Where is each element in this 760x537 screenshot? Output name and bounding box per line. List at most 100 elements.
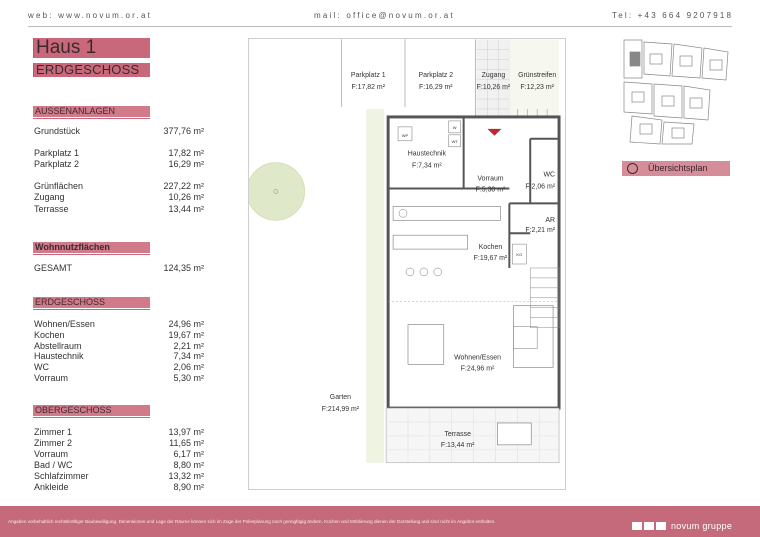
item-value: 2,21 m² bbox=[173, 341, 204, 351]
kochen-name: Kochen bbox=[479, 244, 503, 251]
map-house bbox=[689, 97, 703, 109]
map-house bbox=[631, 91, 645, 103]
map-plot bbox=[661, 121, 695, 145]
map-house bbox=[639, 123, 653, 135]
parkplatz2-name: Parkplatz 2 bbox=[418, 72, 453, 79]
item-value: 7,34 m² bbox=[173, 351, 204, 361]
overview-plan-label: Übersichtsplan bbox=[648, 163, 708, 173]
item-value: 16,29 m² bbox=[168, 159, 204, 169]
floor-plan: WP W WT KG Parkplatz 1 F:17,82 m² Parkpl… bbox=[248, 38, 566, 490]
item-label: Ankleide bbox=[34, 482, 69, 492]
map-house-highlight bbox=[629, 51, 641, 67]
wt-label: WT bbox=[452, 139, 459, 144]
wp-label: WP bbox=[402, 133, 409, 138]
haustechnik-name: Haustechnik bbox=[408, 151, 447, 158]
item-value: 2,06 m² bbox=[173, 362, 204, 372]
item-label: Parkplatz 1 bbox=[34, 148, 80, 158]
garten-name: Garten bbox=[330, 394, 351, 401]
terrasse-area: F:13,44 m² bbox=[441, 442, 475, 449]
page-subtitle: ERDGESCHOSS bbox=[33, 63, 150, 77]
terrasse-name: Terrasse bbox=[444, 431, 471, 438]
map-plot bbox=[643, 41, 673, 77]
terrace-table bbox=[497, 422, 532, 446]
item-value: 13,32 m² bbox=[168, 471, 204, 481]
section-divider bbox=[33, 417, 150, 418]
logo-square bbox=[656, 521, 666, 530]
brand-name: novum gruppe bbox=[671, 520, 733, 531]
item-value: 377,76 m² bbox=[163, 126, 204, 136]
item-label: Terrasse bbox=[34, 204, 69, 214]
vorraum-name: Vorraum bbox=[477, 176, 503, 183]
header-tel: Tel: +43 664 9207918 bbox=[612, 11, 734, 20]
item-label: Vorraum bbox=[34, 449, 69, 459]
footer-disclaimer: Angaben vorbehaltlich rechtskräftiger Ba… bbox=[8, 519, 496, 524]
overview-plan-button[interactable]: Übersichtsplan bbox=[622, 161, 730, 176]
section-divider bbox=[33, 309, 150, 310]
map-plot bbox=[629, 115, 663, 145]
parkplatz1-area: F:17,82 m² bbox=[351, 84, 385, 91]
item-label: GESAMT bbox=[34, 263, 73, 273]
item-label: Parkplatz 2 bbox=[34, 159, 80, 169]
brand-logo: novum gruppe bbox=[632, 517, 732, 531]
item-value: 13,44 m² bbox=[168, 204, 204, 214]
page-title: Haus 1 bbox=[33, 38, 150, 58]
header-mail: mail: office@novum.or.at bbox=[314, 11, 455, 20]
map-plot bbox=[701, 47, 729, 81]
item-label: Grünflächen bbox=[34, 181, 84, 191]
item-value: 10,26 m² bbox=[168, 192, 204, 202]
map-house bbox=[671, 127, 685, 139]
item-label: Haustechnik bbox=[34, 351, 84, 361]
footer-bar: Angaben vorbehaltlich rechtskräftiger Ba… bbox=[0, 506, 760, 537]
section-erdgeschoss-heading: ERDGESCHOSS bbox=[33, 297, 150, 308]
map-plot bbox=[671, 43, 703, 79]
header-web: web: www.novum.or.at bbox=[28, 11, 153, 20]
zugang-name: Zugang bbox=[482, 72, 506, 79]
item-value: 13,97 m² bbox=[168, 427, 204, 437]
item-value: 124,35 m² bbox=[163, 263, 204, 273]
item-label: Bad / WC bbox=[34, 460, 73, 470]
terrasse-area bbox=[385, 407, 560, 464]
overview-map bbox=[623, 39, 729, 145]
item-label: Zimmer 1 bbox=[34, 427, 72, 437]
zugang-area: F:10,26 m² bbox=[477, 84, 511, 91]
map-house bbox=[661, 95, 675, 107]
garden-strip bbox=[366, 108, 385, 463]
item-value: 8,80 m² bbox=[173, 460, 204, 470]
gruenstreifen-area: F:12,23 m² bbox=[520, 84, 554, 91]
wohnen-area: F:24,96 m² bbox=[461, 365, 495, 372]
map-house bbox=[679, 55, 693, 67]
w-label: W bbox=[453, 125, 457, 130]
section-divider bbox=[33, 118, 150, 119]
parkplatz1-name: Parkplatz 1 bbox=[351, 72, 386, 79]
tree-circle bbox=[249, 162, 305, 221]
ar-name: AR bbox=[545, 217, 555, 224]
vorraum-area: F:5,30 m² bbox=[476, 186, 506, 193]
item-value: 227,22 m² bbox=[163, 181, 204, 191]
kg-label: KG bbox=[516, 252, 522, 257]
floor-plan-drawing: WP W WT KG Parkplatz 1 F:17,82 m² Parkpl… bbox=[249, 39, 561, 464]
section-wohnnutzflaechen-heading: Wohnnutzflächen bbox=[33, 242, 150, 253]
item-value: 8,90 m² bbox=[173, 482, 204, 492]
item-label: Zimmer 2 bbox=[34, 438, 72, 448]
item-label: WC bbox=[34, 362, 49, 372]
map-plot bbox=[683, 85, 711, 121]
item-value: 17,82 m² bbox=[168, 148, 204, 158]
item-value: 19,67 m² bbox=[168, 330, 204, 340]
header-divider bbox=[28, 26, 732, 27]
item-label: Wohnen/Essen bbox=[34, 319, 95, 329]
map-house bbox=[709, 59, 723, 71]
kochen-area: F:19,67 m² bbox=[474, 255, 508, 262]
item-value: 6,17 m² bbox=[173, 449, 204, 459]
item-value: 11,65 m² bbox=[169, 438, 204, 448]
wohnen-name: Wohnen/Essen bbox=[454, 354, 501, 361]
map-plot bbox=[623, 81, 653, 115]
item-label: Abstellraum bbox=[34, 341, 82, 351]
ar-area: F:2,21 m² bbox=[525, 227, 555, 234]
item-label: Kochen bbox=[34, 330, 65, 340]
compass-icon bbox=[627, 163, 638, 174]
wc-name: WC bbox=[544, 172, 556, 179]
item-label: Grundstück bbox=[34, 126, 81, 136]
item-value: 5,30 m² bbox=[173, 373, 204, 383]
item-value: 24,96 m² bbox=[168, 319, 204, 329]
garten-area: F:214,99 m² bbox=[322, 406, 360, 413]
